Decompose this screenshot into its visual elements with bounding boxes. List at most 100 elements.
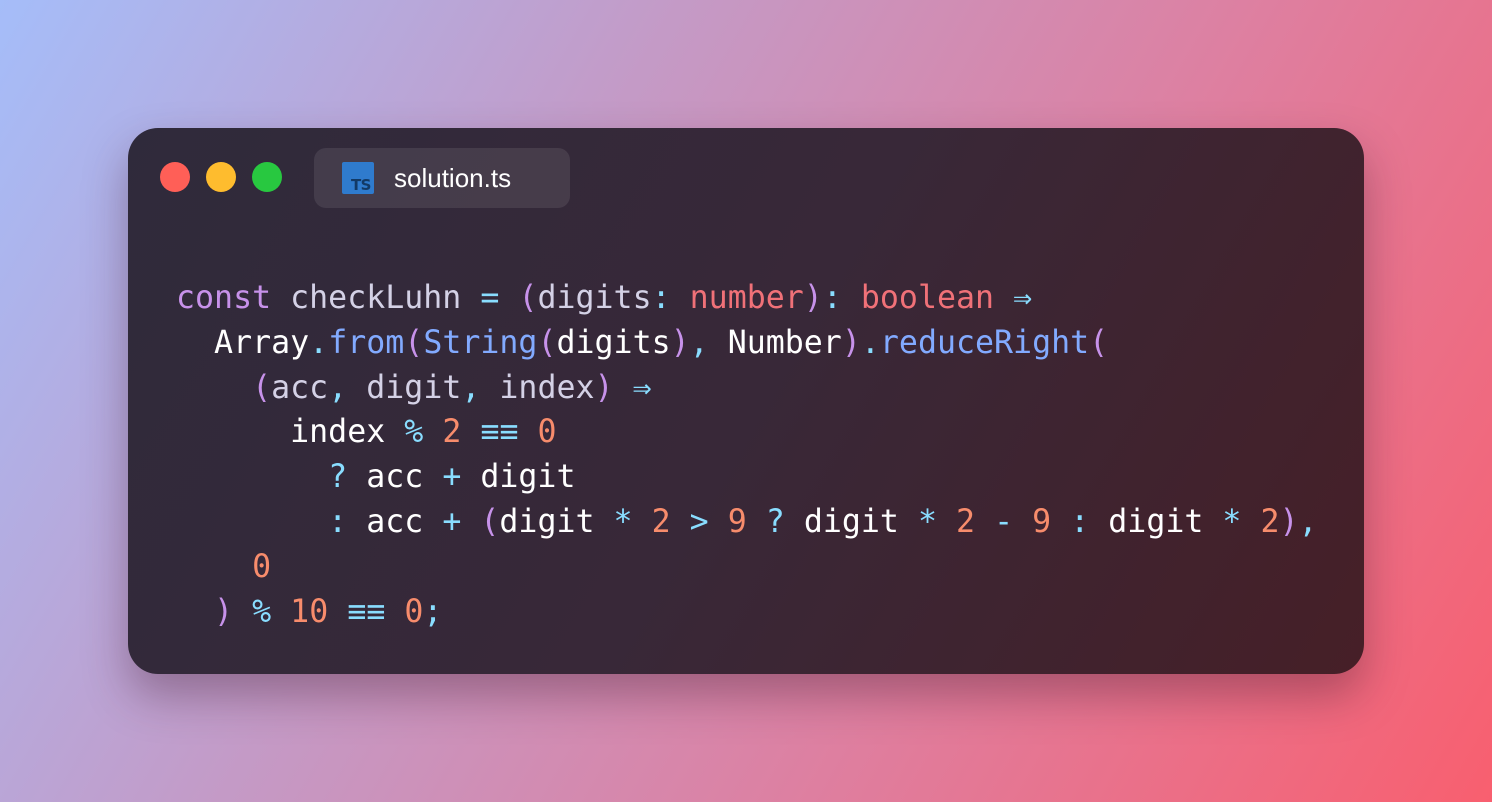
- code-token: 10: [290, 593, 329, 630]
- code-token: .: [309, 324, 329, 361]
- code-token: digit: [366, 369, 462, 406]
- code-token: 9: [727, 503, 747, 540]
- code-token: ): [803, 280, 823, 316]
- code-token: 2: [651, 503, 671, 540]
- code-token: :: [1070, 503, 1090, 540]
- code-token: index: [499, 369, 595, 406]
- code-token: Array: [214, 324, 310, 361]
- code-token: ≡≡: [480, 414, 519, 451]
- code-token: (: [518, 280, 538, 316]
- code-token: *: [917, 503, 938, 540]
- code-line: 0: [176, 545, 1318, 590]
- code-line: ? acc + digit: [176, 455, 1318, 500]
- code-token: digit: [499, 503, 614, 540]
- code-token: %: [404, 414, 424, 451]
- code-token: .: [860, 324, 880, 361]
- code-line: Array.from(String(digits), Number).reduc…: [176, 321, 1318, 366]
- code-token: ?: [765, 503, 785, 540]
- code-token: from: [328, 324, 405, 361]
- code-token: digit: [1089, 503, 1223, 540]
- code-token: ): [841, 324, 861, 361]
- code-editor[interactable]: const checkLuhn = (digits: number): bool…: [176, 276, 1318, 634]
- code-token: ≡≡: [347, 593, 386, 630]
- code-token: :: [328, 503, 348, 540]
- code-line: ) % 10 ≡≡ 0;: [176, 590, 1318, 635]
- code-token: Number: [727, 324, 842, 361]
- code-window: TS solution.ts const checkLuhn = (digits…: [128, 128, 1364, 674]
- code-token: String: [423, 324, 538, 361]
- code-token: acc: [271, 369, 329, 406]
- code-token: ): [1279, 503, 1299, 540]
- minimize-window-button[interactable]: [206, 162, 236, 192]
- file-tab[interactable]: TS solution.ts: [314, 148, 570, 208]
- code-line: index % 2 ≡≡ 0: [176, 410, 1318, 455]
- code-token: checkLuhn: [290, 280, 462, 316]
- code-token: (: [404, 324, 424, 361]
- code-token: ,: [689, 324, 728, 361]
- code-token: acc: [347, 503, 443, 540]
- code-token: ,: [461, 369, 500, 406]
- code-token: number: [689, 280, 804, 316]
- code-token: 2: [442, 414, 462, 451]
- code-token: ,: [328, 369, 367, 406]
- code-token: =: [480, 280, 500, 316]
- typescript-icon-text: TS: [350, 176, 372, 194]
- code-token: *: [613, 503, 633, 540]
- code-token: (: [537, 324, 557, 361]
- code-token: acc: [347, 459, 443, 496]
- close-window-button[interactable]: [160, 162, 190, 192]
- code-token: ): [594, 369, 614, 406]
- typescript-file-icon: TS: [342, 162, 374, 194]
- code-token: ,: [1298, 503, 1318, 540]
- code-token: 0: [252, 548, 272, 585]
- code-token: :: [822, 280, 861, 316]
- code-token: ;: [423, 593, 443, 630]
- file-tab-label: solution.ts: [394, 163, 512, 193]
- code-token: *: [1222, 503, 1242, 540]
- maximize-window-button[interactable]: [252, 162, 282, 192]
- code-token: (: [480, 503, 500, 540]
- code-token: digits: [537, 280, 652, 316]
- code-line: (acc, digit, index) ⇒: [176, 366, 1318, 411]
- code-token: ): [214, 593, 234, 630]
- code-token: index: [290, 414, 386, 451]
- code-token: -: [994, 503, 1014, 540]
- code-token: 0: [537, 414, 557, 451]
- code-token: ⇒: [1013, 280, 1033, 316]
- code-token: +: [442, 503, 462, 540]
- code-token: ): [670, 324, 690, 361]
- code-token: (: [252, 369, 272, 406]
- code-line: : acc + (digit * 2 > 9 ? digit * 2 - 9 :…: [176, 500, 1318, 545]
- code-token: reduceRight: [879, 324, 1090, 361]
- code-token: digit: [784, 503, 918, 540]
- code-token: (: [1089, 324, 1109, 361]
- code-token: 9: [1032, 503, 1052, 540]
- code-token: digit: [461, 459, 576, 496]
